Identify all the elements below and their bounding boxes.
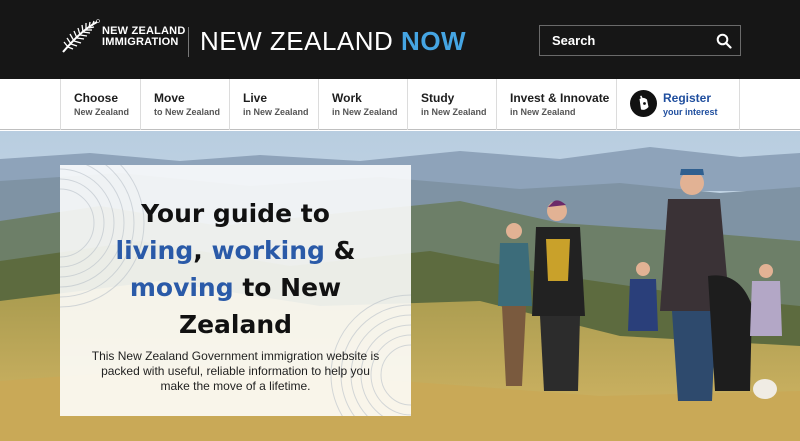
nav-item-register[interactable]: Register your interest [616,79,740,130]
nav-item-subtitle: in New Zealand [421,107,487,117]
headline-part-3: Zealand [178,310,293,339]
register-title: Register [663,91,712,105]
search-input[interactable] [540,26,700,55]
headline-separator-2: & [324,236,356,265]
search-box [539,25,741,56]
nav-item-title: Invest & Innovate [510,91,610,105]
nav-item-title: Live [243,91,268,105]
nav-item-study[interactable]: Study in New Zealand [407,79,496,130]
headline-working: working [211,236,325,265]
logo-divider [188,27,189,57]
nav-item-subtitle: to New Zealand [154,107,221,117]
headline-separator-1: , [193,236,212,265]
register-icon [630,90,657,117]
headline-part-1: Your guide to [141,199,330,228]
site-title-accent: NOW [401,26,467,56]
headline-moving: moving [129,273,234,302]
nav-item-title: Choose [74,91,119,105]
site-header: NEW ZEALAND IMMIGRATION NEW ZEALAND NOW [0,0,800,79]
headline-part-2: to New [233,273,342,302]
nav-item-move[interactable]: Move to New Zealand [140,79,229,130]
site-title-main: NEW ZEALAND [200,26,394,56]
hero-intro-text: This New Zealand Government immigration … [91,349,380,393]
nav-item-subtitle: in New Zealand [332,107,398,117]
nav-item-choose[interactable]: Choose New Zealand [60,79,140,130]
logo-line-2: IMMIGRATION [102,36,179,48]
nav-item-title: Study [421,91,455,105]
main-nav: Choose New Zealand Move to New Zealand L… [0,79,800,130]
search-icon[interactable] [716,33,732,49]
site-title[interactable]: NEW ZEALAND NOW [200,26,466,57]
nav-item-invest-innovate[interactable]: Invest & Innovate in New Zealand [496,79,616,130]
nav-item-title: Work [332,91,362,105]
hero-intro-card: Your guide to living, working & moving t… [60,165,411,416]
hero-headline: Your guide to living, working & moving t… [60,195,411,343]
nav-item-work[interactable]: Work in New Zealand [318,79,407,130]
nav-item-subtitle: New Zealand [74,107,130,117]
register-subtitle: your interest [663,107,718,117]
headline-living: living [115,236,194,265]
nav-item-subtitle: in New Zealand [243,107,309,117]
nav-item-live[interactable]: Live in New Zealand [229,79,318,130]
hero-banner: Your guide to living, working & moving t… [0,131,800,441]
nav-item-title: Move [154,91,185,105]
immigration-nz-logo[interactable]: NEW ZEALAND IMMIGRATION [60,18,185,56]
fern-icon [62,19,100,53]
nav-item-subtitle: in New Zealand [510,107,576,117]
